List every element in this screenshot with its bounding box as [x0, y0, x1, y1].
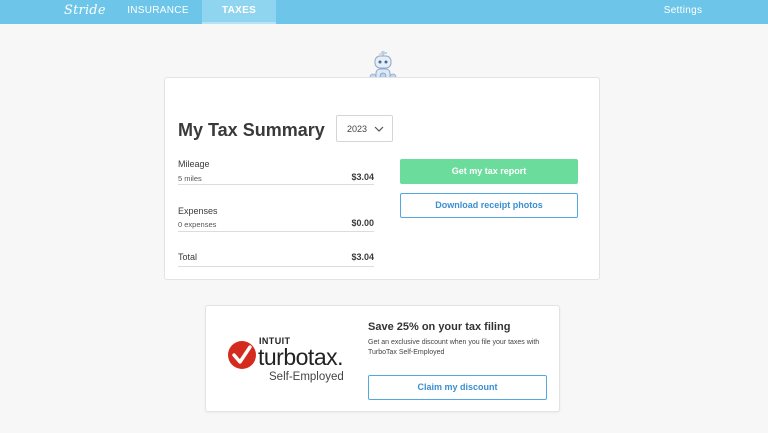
expenses-value: $0.00 — [351, 218, 374, 228]
total-label: Total — [178, 252, 198, 262]
tax-summary-card: My Tax Summary 2023 Mileage 5 miles $3.0… — [164, 77, 600, 280]
mileage-label: Mileage — [178, 159, 210, 169]
tab-insurance[interactable]: INSURANCE — [122, 0, 194, 24]
total-value: $3.04 — [351, 252, 374, 262]
stride-logo[interactable]: Stride — [64, 3, 106, 18]
chevron-down-icon — [374, 126, 384, 132]
year-select-value: 2023 — [347, 124, 368, 134]
settings-link[interactable]: Settings — [658, 0, 708, 24]
turbotax-promo-card: INTUIT turbotax. Self-Employed Save 25% … — [205, 305, 560, 412]
download-receipts-button[interactable]: Download receipt photos — [400, 193, 578, 218]
page-title: My Tax Summary — [178, 120, 325, 140]
claim-discount-button[interactable]: Claim my discount — [368, 375, 547, 400]
turbotax-wordmark: turbotax. — [258, 344, 343, 370]
turbotax-logo: INTUIT turbotax. Self-Employed — [219, 328, 367, 390]
self-employed-wordmark: Self-Employed — [269, 371, 344, 383]
expenses-label: Expenses — [178, 206, 218, 216]
expenses-sub: 0 expenses — [178, 220, 217, 229]
promo-title: Save 25% on your tax filing — [368, 321, 511, 333]
get-tax-report-button[interactable]: Get my tax report — [400, 159, 578, 184]
turbotax-logo-graphic: INTUIT turbotax. Self-Employed — [219, 328, 367, 390]
top-nav-bar: Stride INSURANCE TAXES Settings — [0, 0, 768, 24]
promo-description: Get an exclusive discount when you file … — [368, 339, 540, 356]
mileage-sub: 5 miles — [178, 174, 202, 183]
expenses-row: Expenses 0 expenses $0.00 — [178, 205, 374, 232]
tab-taxes[interactable]: TAXES — [202, 0, 276, 24]
total-row: Total $3.04 — [178, 250, 374, 267]
mileage-row: Mileage 5 miles $3.04 — [178, 159, 374, 185]
mileage-value: $3.04 — [351, 172, 374, 182]
year-select[interactable]: 2023 — [336, 115, 393, 142]
